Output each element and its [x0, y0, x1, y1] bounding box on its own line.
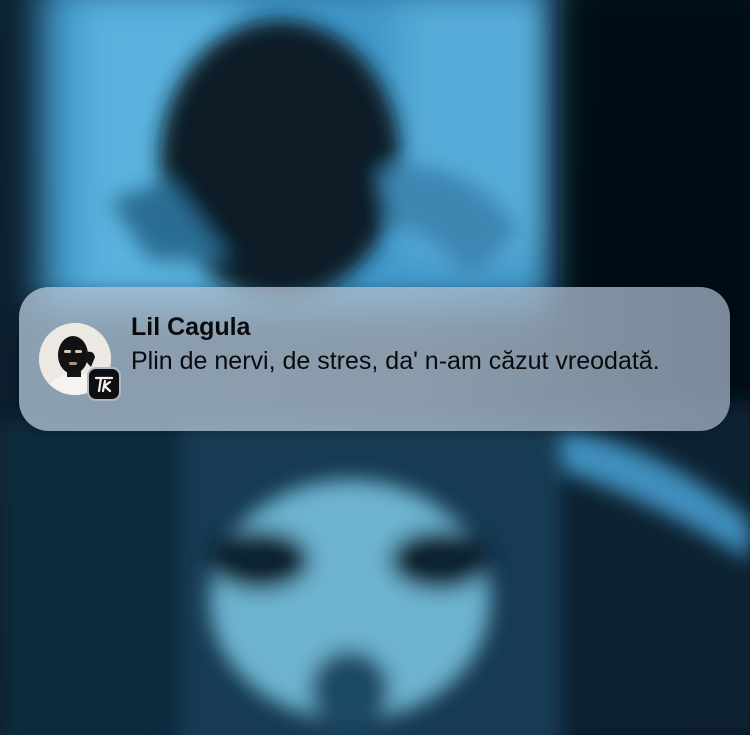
tk-app-badge-icon	[87, 367, 121, 401]
notification-message: Plin de nervi, de stres, da' n-am căzut …	[131, 347, 660, 375]
notification-banner[interactable]: Lil Cagula Plin de nervi, de stres, da' …	[19, 287, 730, 431]
notification-sender: Lil Cagula	[131, 313, 251, 341]
sender-avatar-container	[39, 323, 121, 401]
